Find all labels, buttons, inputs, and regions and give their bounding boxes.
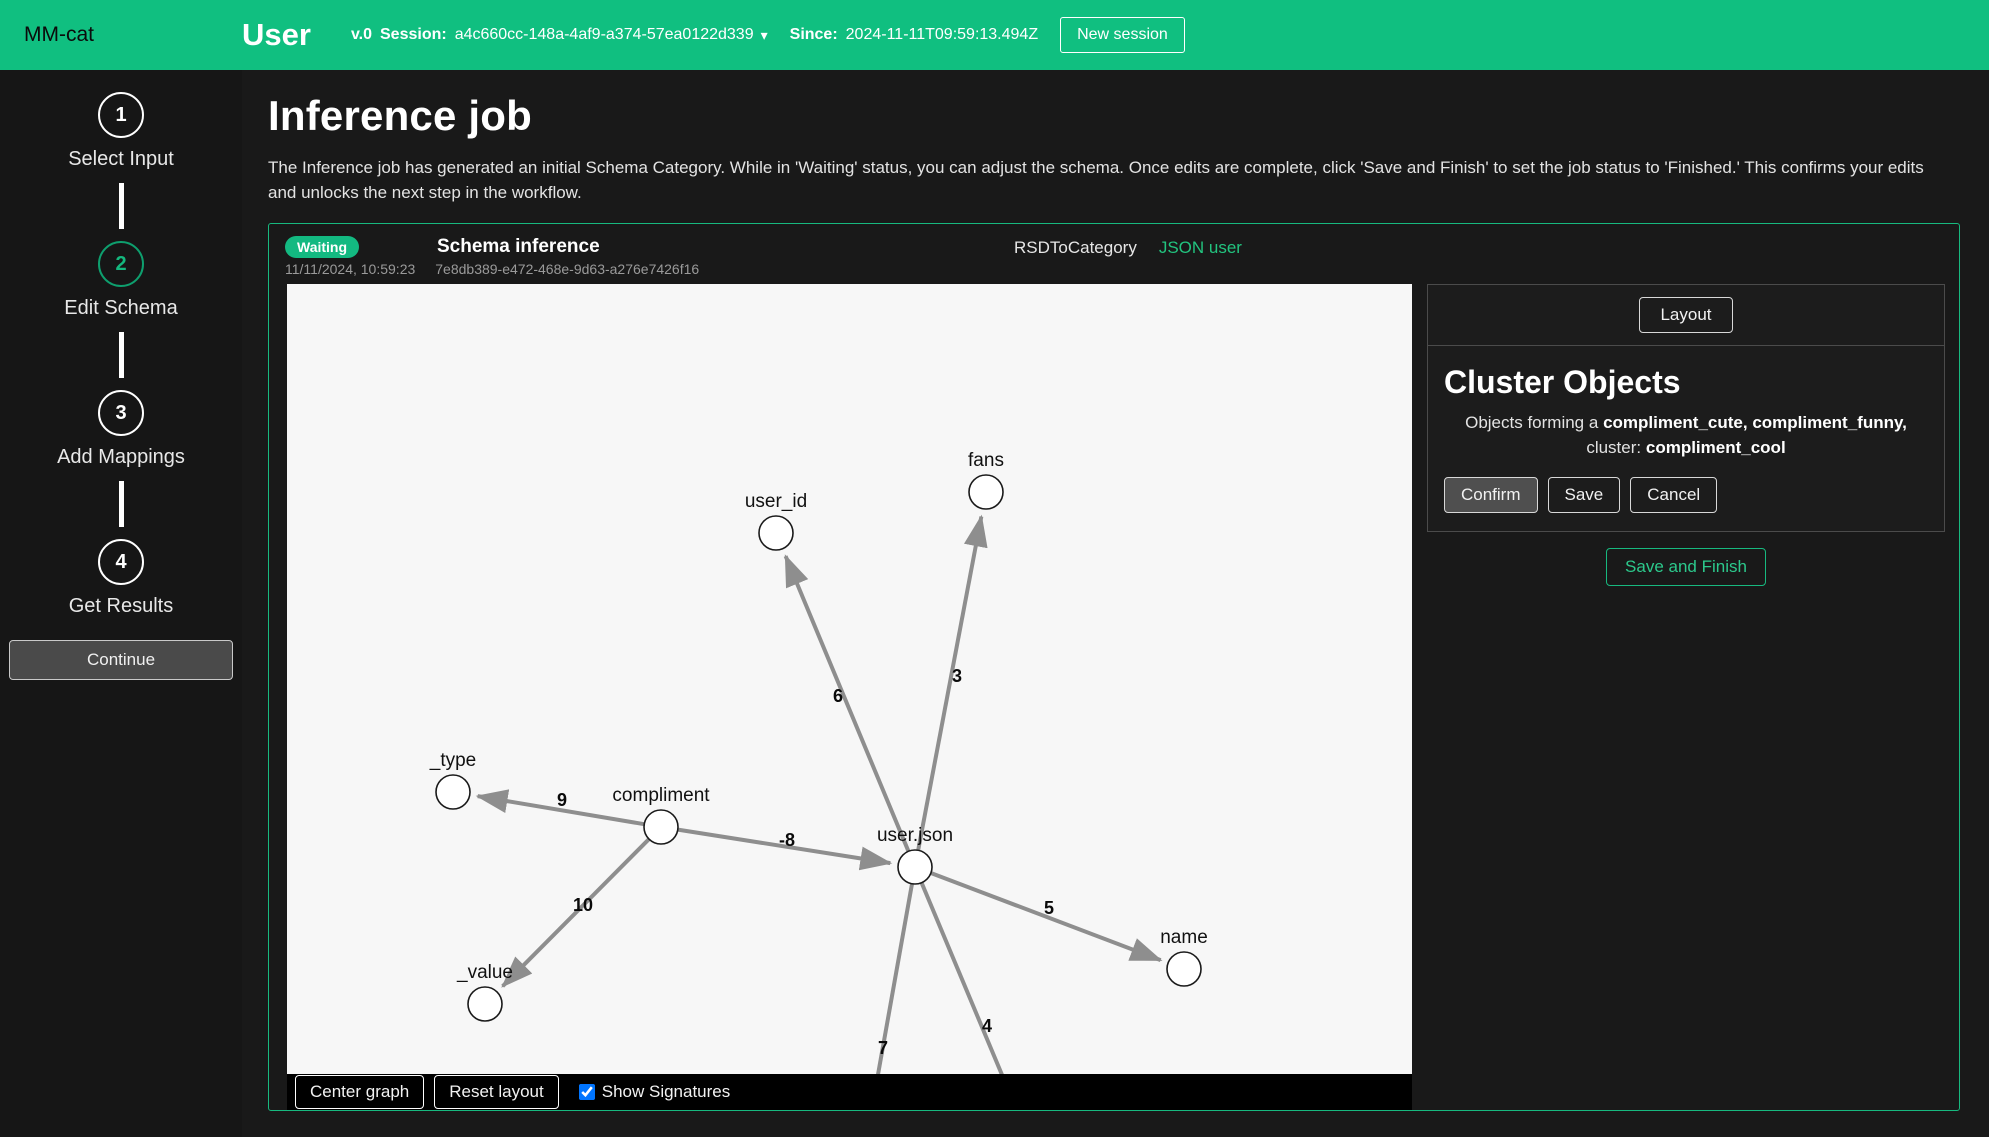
job-title: Schema inference — [437, 236, 600, 258]
main-content: Inference job The Inference job has gene… — [242, 70, 1989, 1137]
graph-node[interactable] — [1166, 951, 1202, 988]
session-value: a4c660cc-148a-4af9-a374-57ea0122d339 — [454, 26, 754, 43]
layout-button[interactable]: Layout — [1639, 297, 1733, 334]
page-title: Inference job — [268, 92, 532, 139]
step-connector-1 — [118, 183, 124, 229]
job-status-wrap: Waiting — [285, 236, 381, 259]
schema-graph-svg[interactable]: user_id fans _type compliment user.json name _… — [287, 284, 1412, 1075]
job-title-wrap: Schema inference — [437, 236, 600, 258]
version-label: v.0 — [350, 26, 372, 43]
save-and-finish-button[interactable]: Save and Finish — [1606, 547, 1766, 586]
step-label-get-results: Get Results — [68, 595, 174, 617]
graph-node-label: user.json — [877, 825, 953, 846]
cluster-members-line1: compliment_cute, compliment_funny, — [1603, 413, 1907, 433]
brand-logo[interactable]: MM-cat — [0, 23, 242, 47]
show-signatures-label: Show Signatures — [601, 1082, 731, 1102]
graph-edge-signature: 4 — [982, 1016, 992, 1036]
cluster-objects-description: Objects forming a compliment_cute, compl… — [1444, 411, 1928, 460]
schema-graph-canvas[interactable]: user_id fans _type compliment user.json name _… — [287, 284, 1412, 1075]
step-number-1: 1 — [98, 92, 144, 138]
graph-toolbar: Center graph Reset layout Show Signature… — [287, 1074, 1412, 1111]
step-label-edit-schema: Edit Schema — [64, 297, 178, 319]
show-signatures-toggle[interactable]: Show Signatures — [575, 1081, 731, 1103]
graph-node[interactable] — [758, 515, 794, 552]
cluster-objects-title: Cluster Objects — [1444, 364, 1681, 401]
graph-node-label: fans — [968, 450, 1004, 471]
transformation-label: RSDToCategory — [1014, 238, 1137, 258]
step-number-3: 3 — [98, 390, 144, 436]
center-graph-button[interactable]: Center graph — [295, 1075, 425, 1110]
app-title: User — [242, 17, 311, 52]
sidebar-step-edit-schema[interactable]: 2 Edit Schema — [0, 241, 242, 320]
show-signatures-checkbox[interactable] — [578, 1084, 595, 1101]
graph-node[interactable] — [897, 849, 933, 886]
chevron-down-icon: ▾ — [760, 26, 768, 43]
job-source-meta: RSDToCategory JSON user — [1014, 238, 1959, 258]
step-connector-2 — [118, 332, 124, 378]
graph-edge-signature: 7 — [878, 1038, 888, 1058]
graph-node[interactable] — [435, 774, 471, 811]
graph-edges — [475, 514, 1163, 1075]
graph-edge-signature: 9 — [557, 790, 567, 810]
graph-node-label: compliment — [612, 785, 710, 806]
step-number-2: 2 — [98, 241, 144, 287]
sidebar-step-add-mappings[interactable]: 3 Add Mappings — [0, 390, 242, 469]
confirm-button[interactable]: Confirm — [1444, 476, 1538, 513]
cluster-actions: Confirm Save Cancel — [1444, 476, 1928, 513]
save-button[interactable]: Save — [1547, 476, 1621, 513]
job-id: 7e8db389-e472-468e-9d63-a276e7426f16 — [435, 261, 700, 278]
cluster-members-line2: compliment_cool — [1645, 437, 1786, 457]
save-and-finish-wrap: Save and Finish — [1427, 547, 1945, 586]
continue-button[interactable]: Continue — [9, 640, 233, 680]
sidebar-step-get-results[interactable]: 4 Get Results — [0, 539, 242, 618]
graph-edge[interactable] — [916, 514, 988, 851]
graph-node-label: name — [1160, 927, 1208, 948]
job-timestamp: 11/11/2024, 10:59:23 — [285, 261, 416, 278]
graph-edge-signature: 3 — [952, 666, 962, 686]
step-label-select-input: Select Input — [68, 148, 174, 170]
new-session-button[interactable]: New session — [1060, 17, 1185, 53]
graph-edge[interactable] — [783, 554, 911, 853]
step-number-4: 4 — [98, 539, 144, 585]
graph-edge-signature-labels: 6 3 9 -8 10 5 7 4 — [557, 666, 1054, 1058]
job-card: Waiting Schema inference 11/11/2024, 10:… — [268, 223, 1960, 1112]
graph-edge-signature: -8 — [779, 830, 795, 850]
graph-node-label: _value — [456, 962, 513, 983]
workflow-steps: 1 Select Input 2 Edit Schema 3 Add Mappi… — [0, 70, 242, 680]
sidebar: 1 Select Input 2 Edit Schema 3 Add Mappi… — [0, 70, 242, 1137]
cancel-button[interactable]: Cancel — [1630, 476, 1718, 513]
reset-layout-button[interactable]: Reset layout — [434, 1075, 559, 1110]
job-card-header: Waiting Schema inference 11/11/2024, 10:… — [269, 224, 1959, 280]
graph-edge-signature: 6 — [833, 686, 843, 706]
graph-node[interactable] — [467, 986, 503, 1023]
cluster-desc-label-line2: cluster: — [1586, 437, 1642, 457]
session-label: Session: — [380, 26, 447, 43]
graph-edge-signature: 5 — [1044, 898, 1054, 918]
graph-side-panel: Layout Cluster Objects Objects forming a… — [1427, 284, 1945, 586]
step-connector-3 — [118, 481, 124, 527]
page-description: The Inference job has generated an initi… — [268, 158, 1924, 202]
session-dropdown[interactable]: a4c660cc-148a-4af9-a374-57ea0122d339 ▾ — [455, 26, 768, 44]
job-meta-row: 11/11/2024, 10:59:23 7e8db389-e472-468e-… — [285, 261, 699, 277]
graph-node[interactable] — [643, 809, 679, 846]
graph-edge-signature: 10 — [573, 895, 593, 915]
cluster-objects-section: Cluster Objects Objects forming a compli… — [1427, 346, 1945, 532]
graph-node-label: _type — [429, 750, 476, 771]
datasource-link[interactable]: JSON user — [1159, 238, 1242, 258]
graph-node-label: user_id — [745, 491, 807, 512]
step-label-add-mappings: Add Mappings — [57, 446, 185, 468]
top-bar: MM-cat User v.0 Session: a4c660cc-148a-4… — [0, 0, 1989, 70]
since-value: 2024-11-11T09:59:13.494Z — [845, 26, 1039, 43]
sidebar-step-select-input[interactable]: 1 Select Input — [0, 92, 242, 171]
cluster-desc-label-line1: Objects forming a — [1465, 413, 1599, 433]
layout-section: Layout — [1427, 284, 1945, 347]
status-badge: Waiting — [285, 236, 360, 259]
since-label: Since: — [789, 26, 838, 43]
graph-nodes: user_id fans _type compliment user.json name _… — [429, 450, 1208, 1023]
graph-node[interactable] — [968, 474, 1004, 511]
